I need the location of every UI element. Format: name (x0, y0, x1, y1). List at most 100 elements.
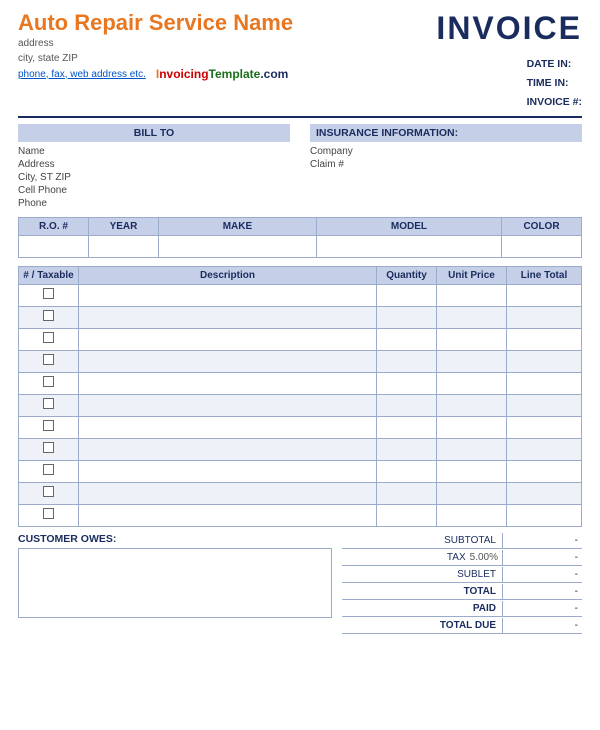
description-cell[interactable] (79, 328, 377, 350)
line-total-cell[interactable] (507, 306, 582, 328)
table-row (19, 504, 582, 526)
top-divider (18, 116, 582, 118)
line-total-cell[interactable] (507, 328, 582, 350)
paid-row: PAID - (342, 601, 582, 617)
line-total-cell[interactable] (507, 460, 582, 482)
description-cell[interactable] (79, 372, 377, 394)
checkbox-icon[interactable] (43, 486, 54, 497)
time-in-label: TIME IN: (527, 77, 569, 89)
taxable-cell[interactable] (19, 416, 79, 438)
col-taxable: # / Taxable (19, 266, 79, 284)
vehicle-col-model: MODEL (316, 217, 501, 235)
taxable-cell[interactable] (19, 394, 79, 416)
taxable-cell[interactable] (19, 460, 79, 482)
unit-price-cell[interactable] (437, 394, 507, 416)
description-cell[interactable] (79, 482, 377, 504)
line-total-cell[interactable] (507, 372, 582, 394)
checkbox-icon[interactable] (43, 508, 54, 519)
unit-price-cell[interactable] (437, 416, 507, 438)
unit-price-cell[interactable] (437, 438, 507, 460)
watermark: InvoicingTemplate.com (156, 67, 289, 81)
line-total-cell[interactable] (507, 438, 582, 460)
checkbox-icon[interactable] (43, 354, 54, 365)
vehicle-ro-value[interactable] (19, 235, 89, 257)
description-cell[interactable] (79, 460, 377, 482)
quantity-cell[interactable] (377, 328, 437, 350)
total-value: - (502, 584, 582, 599)
line-total-cell[interactable] (507, 482, 582, 504)
description-cell[interactable] (79, 284, 377, 306)
col-description: Description (79, 266, 377, 284)
taxable-cell[interactable] (19, 306, 79, 328)
description-cell[interactable] (79, 306, 377, 328)
insurance-column: INSURANCE INFORMATION: Company Claim # (300, 124, 582, 211)
checkbox-icon[interactable] (43, 288, 54, 299)
taxable-cell[interactable] (19, 504, 79, 526)
description-cell[interactable] (79, 416, 377, 438)
description-cell[interactable] (79, 438, 377, 460)
quantity-cell[interactable] (377, 372, 437, 394)
quantity-cell[interactable] (377, 306, 437, 328)
total-due-row: TOTAL DUE - (342, 618, 582, 634)
description-cell[interactable] (79, 504, 377, 526)
quantity-cell[interactable] (377, 482, 437, 504)
description-cell[interactable] (79, 394, 377, 416)
unit-price-cell[interactable] (437, 482, 507, 504)
total-due-label: TOTAL DUE (402, 618, 502, 633)
line-total-cell[interactable] (507, 394, 582, 416)
taxable-cell[interactable] (19, 482, 79, 504)
line-total-cell[interactable] (507, 350, 582, 372)
phone-label: Phone (18, 198, 47, 209)
vehicle-header-row: R.O. # YEAR MAKE MODEL COLOR (19, 217, 582, 235)
unit-price-cell[interactable] (437, 306, 507, 328)
checkbox-icon[interactable] (43, 376, 54, 387)
quantity-cell[interactable] (377, 460, 437, 482)
customer-owes-section: CUSTOMER OWES: (18, 533, 332, 635)
total-label: TOTAL (402, 584, 502, 599)
vehicle-make-value[interactable] (159, 235, 317, 257)
unit-price-cell[interactable] (437, 350, 507, 372)
tax-value: - (502, 550, 582, 565)
quantity-cell[interactable] (377, 416, 437, 438)
cellphone-row: Cell Phone (18, 185, 290, 196)
taxable-cell[interactable] (19, 350, 79, 372)
quantity-cell[interactable] (377, 394, 437, 416)
line-total-cell[interactable] (507, 284, 582, 306)
taxable-cell[interactable] (19, 438, 79, 460)
phone-link[interactable]: phone, fax, web address etc. (18, 69, 146, 80)
unit-price-cell[interactable] (437, 504, 507, 526)
taxable-cell[interactable] (19, 372, 79, 394)
vehicle-col-year: YEAR (89, 217, 159, 235)
tax-pct: 5.00% (470, 552, 498, 563)
description-cell[interactable] (79, 350, 377, 372)
checkbox-icon[interactable] (43, 398, 54, 409)
company-name: Auto Repair Service Name (18, 10, 293, 36)
total-row: TOTAL - (342, 584, 582, 600)
customer-owes-box[interactable] (18, 548, 332, 618)
checkbox-icon[interactable] (43, 420, 54, 431)
unit-price-cell[interactable] (437, 460, 507, 482)
items-table: # / Taxable Description Quantity Unit Pr… (18, 266, 582, 527)
checkbox-icon[interactable] (43, 332, 54, 343)
checkbox-icon[interactable] (43, 310, 54, 321)
checkbox-icon[interactable] (43, 442, 54, 453)
quantity-cell[interactable] (377, 350, 437, 372)
subtotal-label: SUBTOTAL (402, 533, 502, 548)
unit-price-cell[interactable] (437, 284, 507, 306)
line-total-cell[interactable] (507, 416, 582, 438)
quantity-cell[interactable] (377, 284, 437, 306)
unit-price-cell[interactable] (437, 328, 507, 350)
taxable-cell[interactable] (19, 284, 79, 306)
line-total-cell[interactable] (507, 504, 582, 526)
address-label: Address (18, 159, 55, 170)
quantity-cell[interactable] (377, 438, 437, 460)
vehicle-year-value[interactable] (89, 235, 159, 257)
taxable-cell[interactable] (19, 328, 79, 350)
unit-price-cell[interactable] (437, 372, 507, 394)
vehicle-color-value[interactable] (502, 235, 582, 257)
checkbox-icon[interactable] (43, 464, 54, 475)
address1: address (18, 36, 293, 51)
vehicle-model-value[interactable] (316, 235, 501, 257)
quantity-cell[interactable] (377, 504, 437, 526)
cellphone-label: Cell Phone (18, 185, 67, 196)
